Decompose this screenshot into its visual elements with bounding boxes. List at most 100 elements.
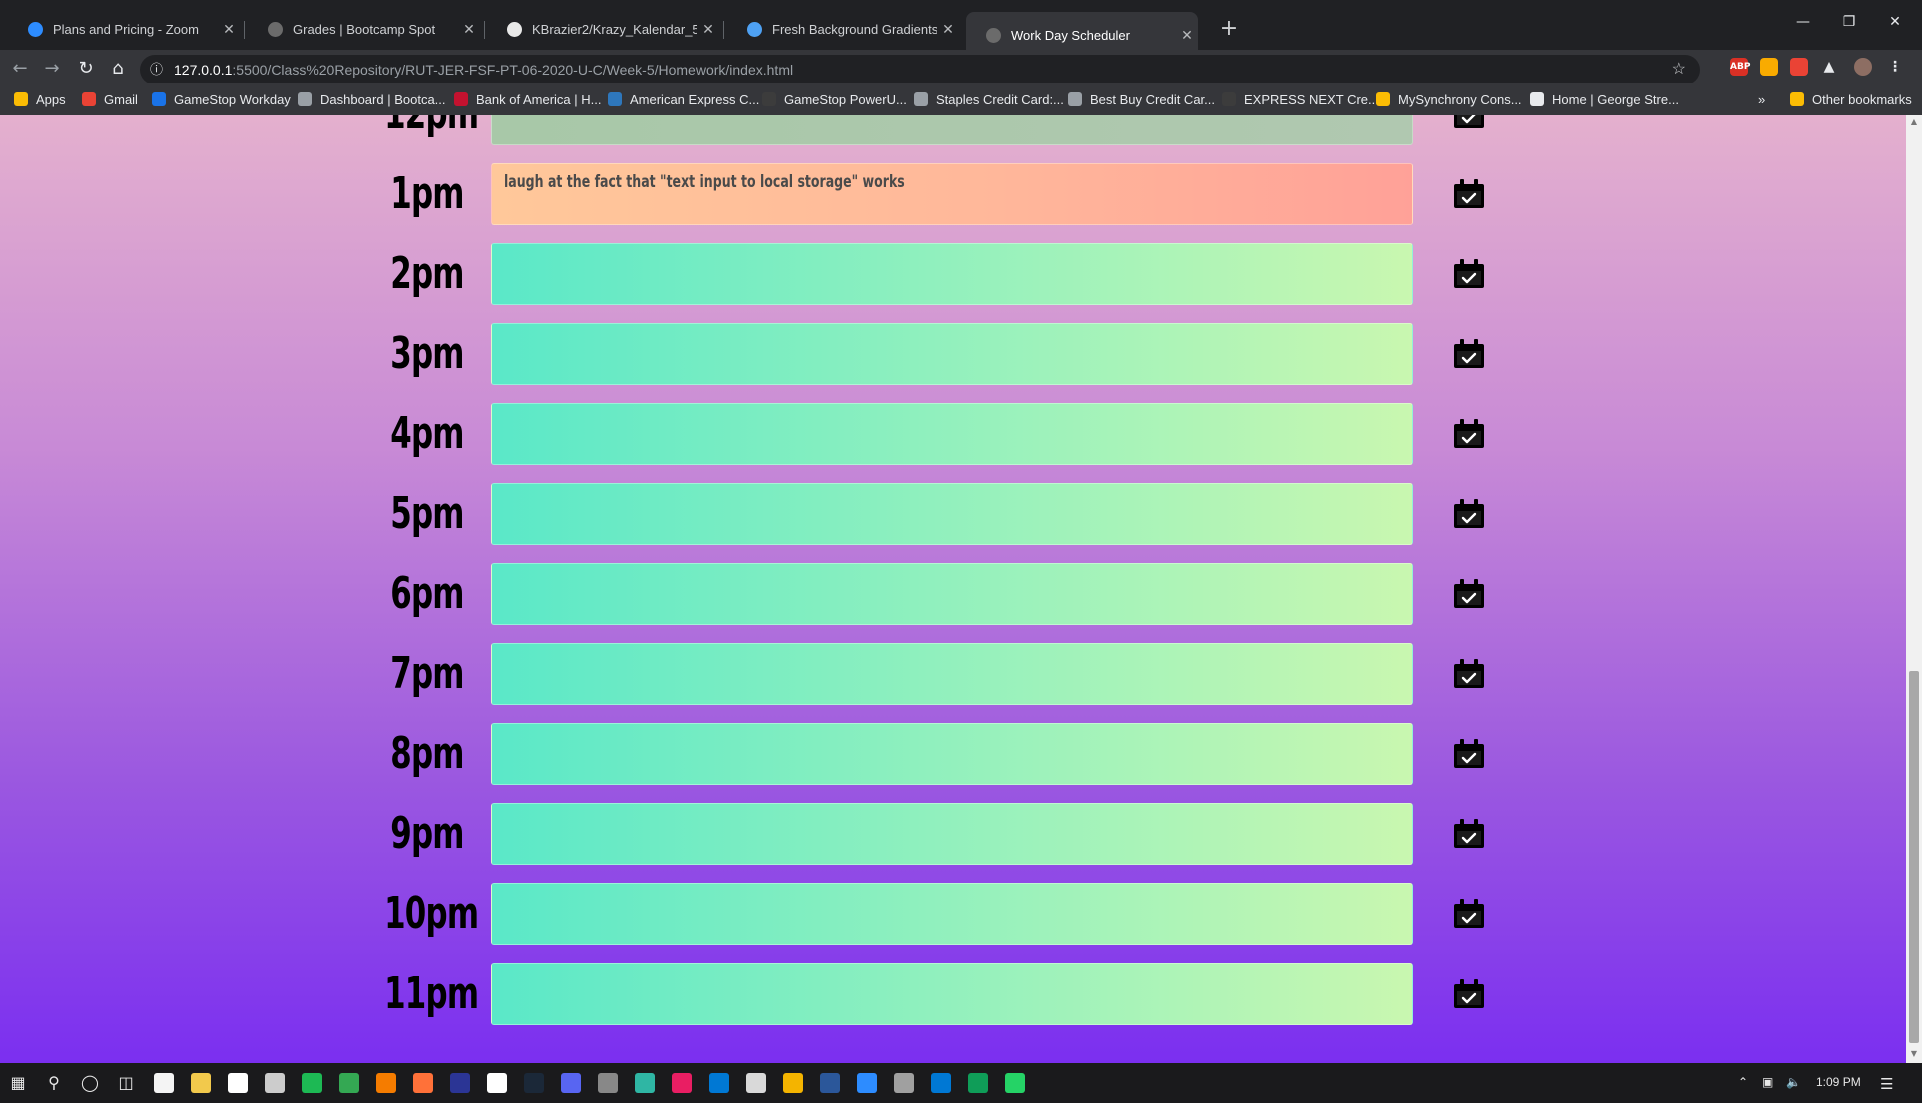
close-tab-icon[interactable]: ✕ [458,21,480,38]
save-button[interactable] [1453,499,1485,529]
taskbar-app-icon[interactable] [635,1073,655,1093]
taskbar-app-icon[interactable] [302,1073,322,1093]
browser-menu-icon[interactable]: ⋮ [1886,58,1904,76]
bookmark-item[interactable]: American Express C... [608,89,759,109]
taskbar-app-icon[interactable] [931,1073,951,1093]
task-input[interactable] [491,483,1413,545]
taskbar-app-icon[interactable] [709,1073,729,1093]
task-input[interactable] [491,563,1413,625]
tray-chevron-icon[interactable]: ⌃ [1738,1075,1748,1089]
taskbar-app-icon[interactable] [228,1073,248,1093]
close-tab-icon[interactable]: ✕ [937,21,959,38]
taskbar-app-icon[interactable] [376,1073,396,1093]
volume-icon[interactable]: 🔈 [1786,1075,1801,1089]
scroll-up-arrow-icon[interactable]: ▲ [1906,117,1922,126]
save-button[interactable] [1453,819,1485,849]
save-button[interactable] [1453,579,1485,609]
extension-icon[interactable] [1760,58,1778,76]
bookmark-item[interactable]: GameStop PowerU... [762,89,907,109]
bookmark-item[interactable]: EXPRESS NEXT Cre... [1222,89,1379,109]
bookmark-item[interactable]: Best Buy Credit Car... [1068,89,1215,109]
bookmark-item[interactable]: GameStop Workday [152,89,291,109]
scroll-down-arrow-icon[interactable]: ▼ [1906,1049,1922,1058]
taskbar-app-icon[interactable] [783,1073,803,1093]
other-bookmarks[interactable]: Other bookmarks [1790,89,1912,109]
scrollbar-thumb[interactable] [1909,671,1919,1043]
taskbar-app-icon[interactable] [746,1073,766,1093]
bookmark-item[interactable]: MySynchrony Cons... [1376,89,1522,109]
browser-tab[interactable]: Grades | Bootcamp Spot ✕ [248,13,480,46]
task-input[interactable] [491,323,1413,385]
address-bar[interactable]: ⓘ 127.0.0.1:5500/Class%20Repository/RUT-… [140,55,1700,85]
close-tab-icon[interactable]: ✕ [1176,27,1198,44]
home-icon[interactable]: ⌂ [104,58,132,79]
page-scrollbar[interactable]: ▲ ▼ [1906,115,1922,1063]
site-info-icon[interactable]: ⓘ [150,55,163,85]
taskbar-app-icon[interactable] [487,1073,507,1093]
taskbar-app-icon[interactable] [450,1073,470,1093]
task-input[interactable] [491,643,1413,705]
restore-button[interactable]: ❐ [1826,14,1872,30]
task-input[interactable] [491,403,1413,465]
minimize-button[interactable]: — [1780,14,1826,30]
task-input[interactable] [491,723,1413,785]
taskbar-app-icon[interactable] [524,1073,544,1093]
bookmark-item[interactable]: Dashboard | Bootca... [298,89,446,109]
taskbar-app-icon[interactable] [598,1073,618,1093]
taskbar-app-icon[interactable] [561,1073,581,1093]
save-button[interactable] [1453,979,1485,1009]
bookmark-item[interactable]: Staples Credit Card:... [914,89,1064,109]
taskbar-app-icon[interactable] [894,1073,914,1093]
adblock-extension-icon[interactable]: ABP [1730,58,1750,76]
windows-start-icon[interactable]: ▦ [8,1073,28,1093]
back-icon[interactable]: ← [6,58,34,79]
task-input[interactable]: laugh at the fact that "text input to lo… [491,163,1413,225]
new-tab-button[interactable]: + [1215,16,1243,41]
close-window-button[interactable]: ✕ [1872,14,1918,30]
profile-avatar[interactable] [1854,58,1872,76]
taskbar-app-icon[interactable] [672,1073,692,1093]
taskbar-app-icon[interactable] [265,1073,285,1093]
save-button[interactable] [1453,259,1485,289]
save-button[interactable] [1453,339,1485,369]
save-button[interactable] [1453,899,1485,929]
reload-icon[interactable]: ↻ [72,58,100,79]
browser-tab[interactable]: KBrazier2/Krazy_Kalendar_5_072✕ [487,13,719,46]
forward-icon[interactable]: → [38,58,66,79]
task-view-icon[interactable]: ◫ [116,1073,136,1093]
notifications-icon[interactable]: ☰ [1880,1075,1893,1093]
task-input[interactable] [491,963,1413,1025]
bookmark-item[interactable]: Home | George Stre... [1530,89,1679,109]
task-input[interactable] [491,803,1413,865]
taskbar-app-icon[interactable] [413,1073,433,1093]
browser-tab[interactable]: Plans and Pricing - Zoom ✕ [8,13,240,46]
save-button[interactable] [1453,115,1485,129]
task-input[interactable] [491,883,1413,945]
network-icon[interactable]: ▣ [1762,1075,1773,1089]
save-button[interactable] [1453,739,1485,769]
taskbar-app-icon[interactable] [339,1073,359,1093]
taskbar-app-icon[interactable] [857,1073,877,1093]
save-button[interactable] [1453,179,1485,209]
close-tab-icon[interactable]: ✕ [218,21,240,38]
taskbar-app-icon[interactable] [154,1073,174,1093]
close-tab-icon[interactable]: ✕ [697,21,719,38]
bookmark-item[interactable]: Gmail [82,89,138,109]
save-button[interactable] [1453,419,1485,449]
save-button[interactable] [1453,659,1485,689]
taskbar-app-icon[interactable] [1005,1073,1025,1093]
extensions-puzzle-icon[interactable]: ▲ [1820,58,1838,76]
taskbar-app-icon[interactable] [820,1073,840,1093]
more-bookmarks-chevron-icon[interactable]: » [1758,89,1765,109]
clock[interactable]: 1:09 PM [1816,1075,1861,1089]
cortana-icon[interactable]: ◯ [80,1073,100,1093]
extension-icon[interactable] [1790,58,1808,76]
browser-tab[interactable]: Fresh Background Gradients | We✕ [727,13,959,46]
taskbar-app-icon[interactable] [968,1073,988,1093]
bookmark-star-icon[interactable]: ☆ [1672,55,1686,85]
bookmark-item[interactable]: Apps [14,89,66,109]
bookmark-item[interactable]: Bank of America | H... [454,89,601,109]
task-input[interactable] [491,243,1413,305]
task-input[interactable] [491,115,1413,145]
search-icon[interactable]: ⚲ [44,1073,64,1093]
